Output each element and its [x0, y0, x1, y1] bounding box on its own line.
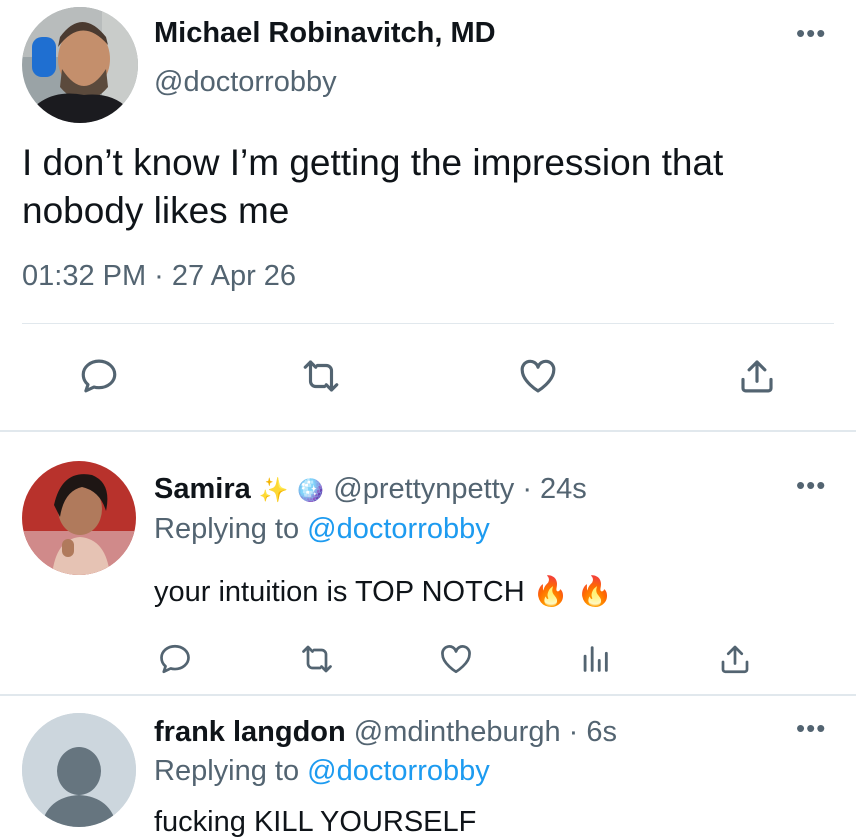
- avatar-photo: [22, 461, 136, 575]
- reply-text: your intuition is TOP NOTCH 🔥 🔥: [154, 576, 614, 608]
- tweet-text: I don’t know I’m getting the impression …: [22, 142, 724, 231]
- default-avatar[interactable]: [22, 713, 136, 827]
- reply-handle[interactable]: @mdintheburgh: [354, 716, 561, 748]
- reply-time[interactable]: · 24s: [522, 473, 586, 505]
- more-options-icon[interactable]: •••: [796, 715, 826, 741]
- like-icon[interactable]: [516, 355, 560, 397]
- like-icon[interactable]: [437, 641, 475, 677]
- replying-to: Replying to @doctorrobby: [154, 513, 490, 546]
- more-options-icon[interactable]: •••: [796, 20, 826, 46]
- avatar-photo: [22, 7, 138, 123]
- share-icon[interactable]: [736, 355, 778, 397]
- reply-avatar[interactable]: [22, 461, 136, 575]
- author-handle[interactable]: @doctorrobby: [154, 66, 337, 99]
- retweet-icon[interactable]: [298, 355, 344, 397]
- reply-author-name[interactable]: frank langdon: [154, 716, 346, 748]
- reply-handle[interactable]: @prettynpetty: [333, 473, 514, 505]
- divider: [22, 323, 834, 324]
- analytics-icon[interactable]: [578, 641, 612, 677]
- replying-to-label: Replying to: [154, 513, 300, 545]
- reply-header: frank langdon @mdintheburgh · 6s: [154, 716, 617, 749]
- tweet-timestamp[interactable]: 01:32 PM · 27 Apr 26: [22, 260, 296, 293]
- replying-to-label: Replying to: [154, 755, 300, 787]
- name-emojis: ✨ 🪩: [258, 477, 326, 504]
- author-name[interactable]: Michael Robinavitch, MD: [154, 17, 496, 50]
- reply-icon[interactable]: [78, 355, 120, 397]
- share-icon[interactable]: [717, 641, 753, 677]
- replying-to-handle[interactable]: @doctorrobby: [307, 513, 490, 545]
- section-divider: [0, 430, 856, 432]
- section-divider: [0, 694, 856, 696]
- reply-time[interactable]: · 6s: [569, 716, 617, 748]
- replying-to: Replying to @doctorrobby: [154, 755, 490, 788]
- reply-header: Samira ✨ 🪩 @prettynpetty · 24s: [154, 473, 587, 506]
- default-profile-icon: [22, 713, 136, 827]
- retweet-icon[interactable]: [297, 641, 337, 677]
- reply-icon[interactable]: [157, 641, 193, 677]
- more-options-icon[interactable]: •••: [796, 472, 826, 498]
- reply-author-name[interactable]: Samira: [154, 473, 251, 505]
- replying-to-handle[interactable]: @doctorrobby: [307, 755, 490, 787]
- author-avatar[interactable]: [22, 7, 138, 123]
